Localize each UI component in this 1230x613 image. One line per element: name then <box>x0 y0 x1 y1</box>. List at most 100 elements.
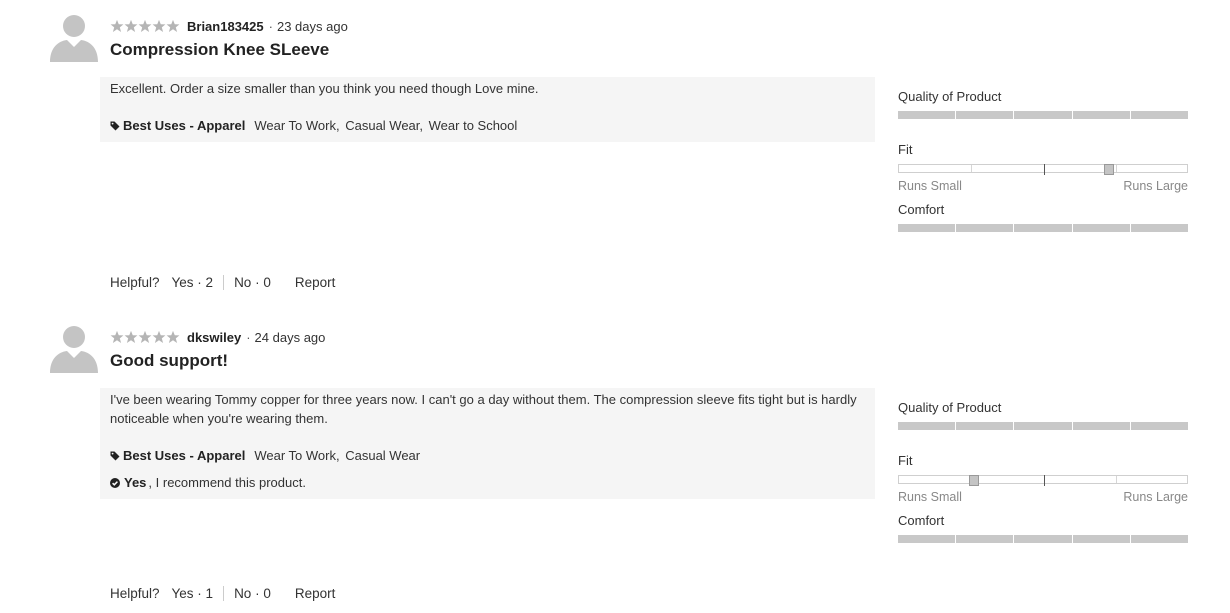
helpful-label: Helpful? <box>110 274 160 290</box>
review-body-panel: I've been wearing Tommy copper for three… <box>100 388 875 499</box>
fit-high-label: Runs Large <box>1123 179 1188 193</box>
star-rating <box>110 19 180 33</box>
recommend-line: Yes , I recommend this product. <box>110 473 865 492</box>
rating-segment <box>1130 224 1189 232</box>
review-title: Good support! <box>110 351 229 370</box>
rating-comfort: Comfort <box>898 201 1189 254</box>
recommend-text: , I recommend this product. <box>148 475 306 490</box>
review-text: Excellent. Order a size smaller than you… <box>110 81 539 96</box>
quality-label: Quality of Product <box>898 400 1002 415</box>
fit-low-label: Runs Small <box>898 490 962 504</box>
fit-marker <box>969 475 979 486</box>
best-use-item: Casual Wear, <box>345 118 424 133</box>
star-icon <box>152 19 166 33</box>
report-link[interactable]: Report <box>295 275 336 290</box>
best-use-item: Wear to School <box>428 118 518 133</box>
meta-separator: · <box>268 18 273 34</box>
fit-high-label: Runs Large <box>1123 490 1188 504</box>
quality-label: Quality of Product <box>898 89 1002 104</box>
best-uses-items: Wear To Work, Casual Wear, Wear to Schoo… <box>254 116 519 135</box>
tag-icon <box>110 121 120 131</box>
secondary-ratings: Quality of Product Fit Runs Small Runs L… <box>898 399 1189 565</box>
best-use-item: Wear To Work, <box>254 448 340 463</box>
rating-segment <box>956 111 1014 119</box>
comfort-label: Comfort <box>898 202 945 217</box>
star-icon <box>152 330 166 344</box>
helpful-no-button[interactable]: No · 0 <box>224 586 271 601</box>
star-icon <box>124 19 138 33</box>
star-icon <box>138 19 152 33</box>
star-icon <box>166 330 180 344</box>
rating-segment <box>898 111 956 119</box>
review-meta: Brian183425 · 23 days ago <box>110 17 348 35</box>
review-author[interactable]: Brian183425 <box>187 19 264 34</box>
comfort-bar <box>898 224 1189 232</box>
fit-marker <box>1104 164 1114 175</box>
comfort-bar <box>898 535 1189 543</box>
fit-label: Fit <box>898 453 913 468</box>
rating-segment <box>956 422 1014 430</box>
rating-segment <box>1014 422 1072 430</box>
rating-segment <box>898 535 956 543</box>
best-uses: Best Uses - Apparel Wear To Work, Casual… <box>110 116 865 135</box>
quality-bar <box>898 111 1189 119</box>
review-body-panel: Excellent. Order a size smaller than you… <box>100 77 875 142</box>
star-icon <box>110 330 124 344</box>
review-item: Brian183425 · 23 days ago Compression Kn… <box>0 0 1230 300</box>
rating-quality: Quality of Product <box>898 88 1189 141</box>
rating-segment <box>1014 224 1072 232</box>
helpful-no-button[interactable]: No · 0 <box>224 275 271 290</box>
best-use-item: Casual Wear <box>345 448 421 463</box>
user-avatar-icon <box>50 325 98 373</box>
rating-fit: Fit Runs Small Runs Large <box>898 452 1188 512</box>
rating-segment <box>1130 422 1189 430</box>
best-use-item: Wear To Work, <box>254 118 340 133</box>
review-author[interactable]: dkswiley <box>187 330 241 345</box>
helpful-yes-button[interactable]: Yes · 2 <box>172 274 225 290</box>
rating-segment <box>1014 535 1072 543</box>
review-meta: dkswiley · 24 days ago <box>110 328 325 346</box>
meta-separator: · <box>246 329 251 345</box>
recommend-yes: Yes <box>124 475 147 490</box>
helpful-row: Helpful? Yes · 1 No · 0 Report <box>110 583 335 603</box>
helpful-yes-button[interactable]: Yes · 1 <box>172 585 225 601</box>
star-icon <box>138 330 152 344</box>
rating-segment <box>956 224 1014 232</box>
rating-fit: Fit Runs Small Runs Large <box>898 141 1188 201</box>
rating-segment <box>1072 535 1130 543</box>
helpful-row: Helpful? Yes · 2 No · 0 Report <box>110 272 335 292</box>
user-avatar-icon <box>50 14 98 62</box>
best-uses-label: Best Uses - Apparel <box>123 118 246 133</box>
tag-icon <box>110 451 120 461</box>
review-text: I've been wearing Tommy copper for three… <box>110 392 857 426</box>
star-rating <box>110 330 180 344</box>
quality-bar <box>898 422 1189 430</box>
rating-segment <box>1072 422 1130 430</box>
rating-segment <box>1130 111 1189 119</box>
best-uses: Best Uses - Apparel Wear To Work, Casual… <box>110 446 865 465</box>
comfort-label: Comfort <box>898 513 945 528</box>
rating-segment <box>1130 535 1189 543</box>
rating-segment <box>1014 111 1072 119</box>
report-link[interactable]: Report <box>295 586 336 601</box>
star-icon <box>124 330 138 344</box>
fit-slider <box>898 164 1188 175</box>
review-age: 24 days ago <box>254 329 326 345</box>
rating-segment <box>898 422 956 430</box>
review-title: Compression Knee SLeeve <box>110 40 330 59</box>
fit-slider <box>898 475 1188 486</box>
rating-segment <box>956 535 1014 543</box>
fit-low-label: Runs Small <box>898 179 962 193</box>
review-age: 23 days ago <box>276 18 348 34</box>
secondary-ratings: Quality of Product Fit Runs Small Runs L… <box>898 88 1189 254</box>
rating-segment <box>1072 224 1130 232</box>
star-icon <box>110 19 124 33</box>
best-uses-label: Best Uses - Apparel <box>123 448 246 463</box>
rating-segment <box>1072 111 1130 119</box>
rating-quality: Quality of Product <box>898 399 1189 452</box>
review-item: dkswiley · 24 days ago Good support! I'v… <box>0 311 1230 611</box>
rating-segment <box>898 224 956 232</box>
star-icon <box>166 19 180 33</box>
check-circle-icon <box>110 477 120 488</box>
rating-comfort: Comfort <box>898 512 1189 565</box>
